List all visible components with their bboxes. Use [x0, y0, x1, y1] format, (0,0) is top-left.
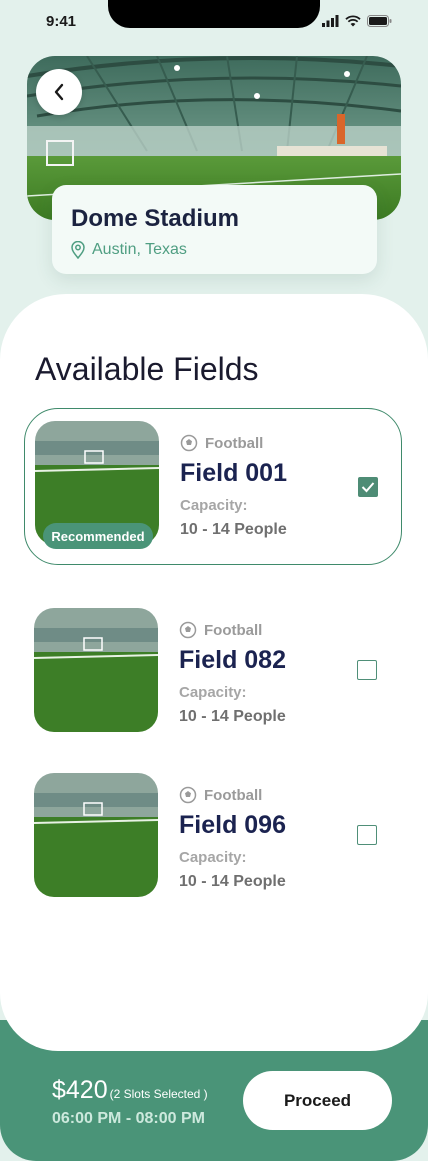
price-summary: $420 (2 Slots Selected )	[52, 1076, 208, 1105]
field-sport: Football	[179, 786, 262, 804]
fields-sheet: Available Fields Recommended Football Fi…	[0, 294, 428, 1051]
back-button[interactable]	[36, 69, 82, 115]
device-notch	[108, 0, 320, 28]
status-time: 9:41	[46, 13, 77, 30]
field-select-checkbox[interactable]	[357, 660, 377, 680]
field-thumbnail	[34, 608, 158, 732]
checkmark-icon	[361, 482, 375, 493]
field-card-082[interactable]: Football Field 082 Capacity: 10 - 14 Peo…	[24, 596, 402, 753]
field-sport-label: Football	[204, 621, 263, 639]
football-icon	[180, 434, 198, 452]
capacity-value: 10 - 14 People	[179, 708, 286, 725]
field-name: Field 082	[179, 646, 286, 674]
field-select-checkbox[interactable]	[357, 825, 377, 845]
wifi-icon	[345, 15, 361, 27]
slots-selected: (2 Slots Selected )	[109, 1087, 208, 1101]
recommended-badge: Recommended	[43, 523, 153, 549]
venue-location: Austin, Texas	[71, 241, 358, 259]
football-icon	[179, 621, 197, 639]
total-price: $420	[52, 1076, 108, 1104]
capacity-label: Capacity:	[179, 684, 247, 701]
field-name: Field 001	[180, 459, 287, 487]
field-sport: Football	[179, 621, 262, 639]
field-sport-label: Football	[205, 434, 264, 452]
signal-icon	[322, 15, 339, 27]
capacity-value: 10 - 14 People	[180, 521, 287, 538]
time-range: 06:00 PM - 08:00 PM	[52, 1110, 205, 1127]
football-icon	[179, 786, 197, 804]
capacity-value: 10 - 14 People	[179, 873, 286, 890]
battery-icon	[367, 15, 392, 27]
proceed-button[interactable]: Proceed	[243, 1071, 392, 1130]
field-sport: Football	[180, 434, 263, 452]
page-title: Available Fields	[35, 351, 259, 387]
field-sport-label: Football	[204, 786, 263, 804]
venue-info-card: Dome Stadium Austin, Texas	[52, 185, 377, 274]
capacity-label: Capacity:	[179, 849, 247, 866]
venue-name: Dome Stadium	[71, 205, 240, 232]
status-icons	[322, 15, 392, 27]
venue-location-text: Austin, Texas	[92, 241, 187, 258]
back-arrow-icon	[54, 83, 64, 101]
location-pin-icon	[71, 241, 85, 259]
field-card-096[interactable]: Football Field 096 Capacity: 10 - 14 Peo…	[24, 761, 402, 918]
field-select-checkbox[interactable]	[358, 477, 378, 497]
field-name: Field 096	[179, 811, 286, 839]
field-card-001[interactable]: Recommended Football Field 001 Capacity:…	[24, 408, 402, 565]
field-thumbnail	[34, 773, 158, 897]
capacity-label: Capacity:	[180, 497, 248, 514]
status-bar: 9:41	[0, 0, 428, 44]
